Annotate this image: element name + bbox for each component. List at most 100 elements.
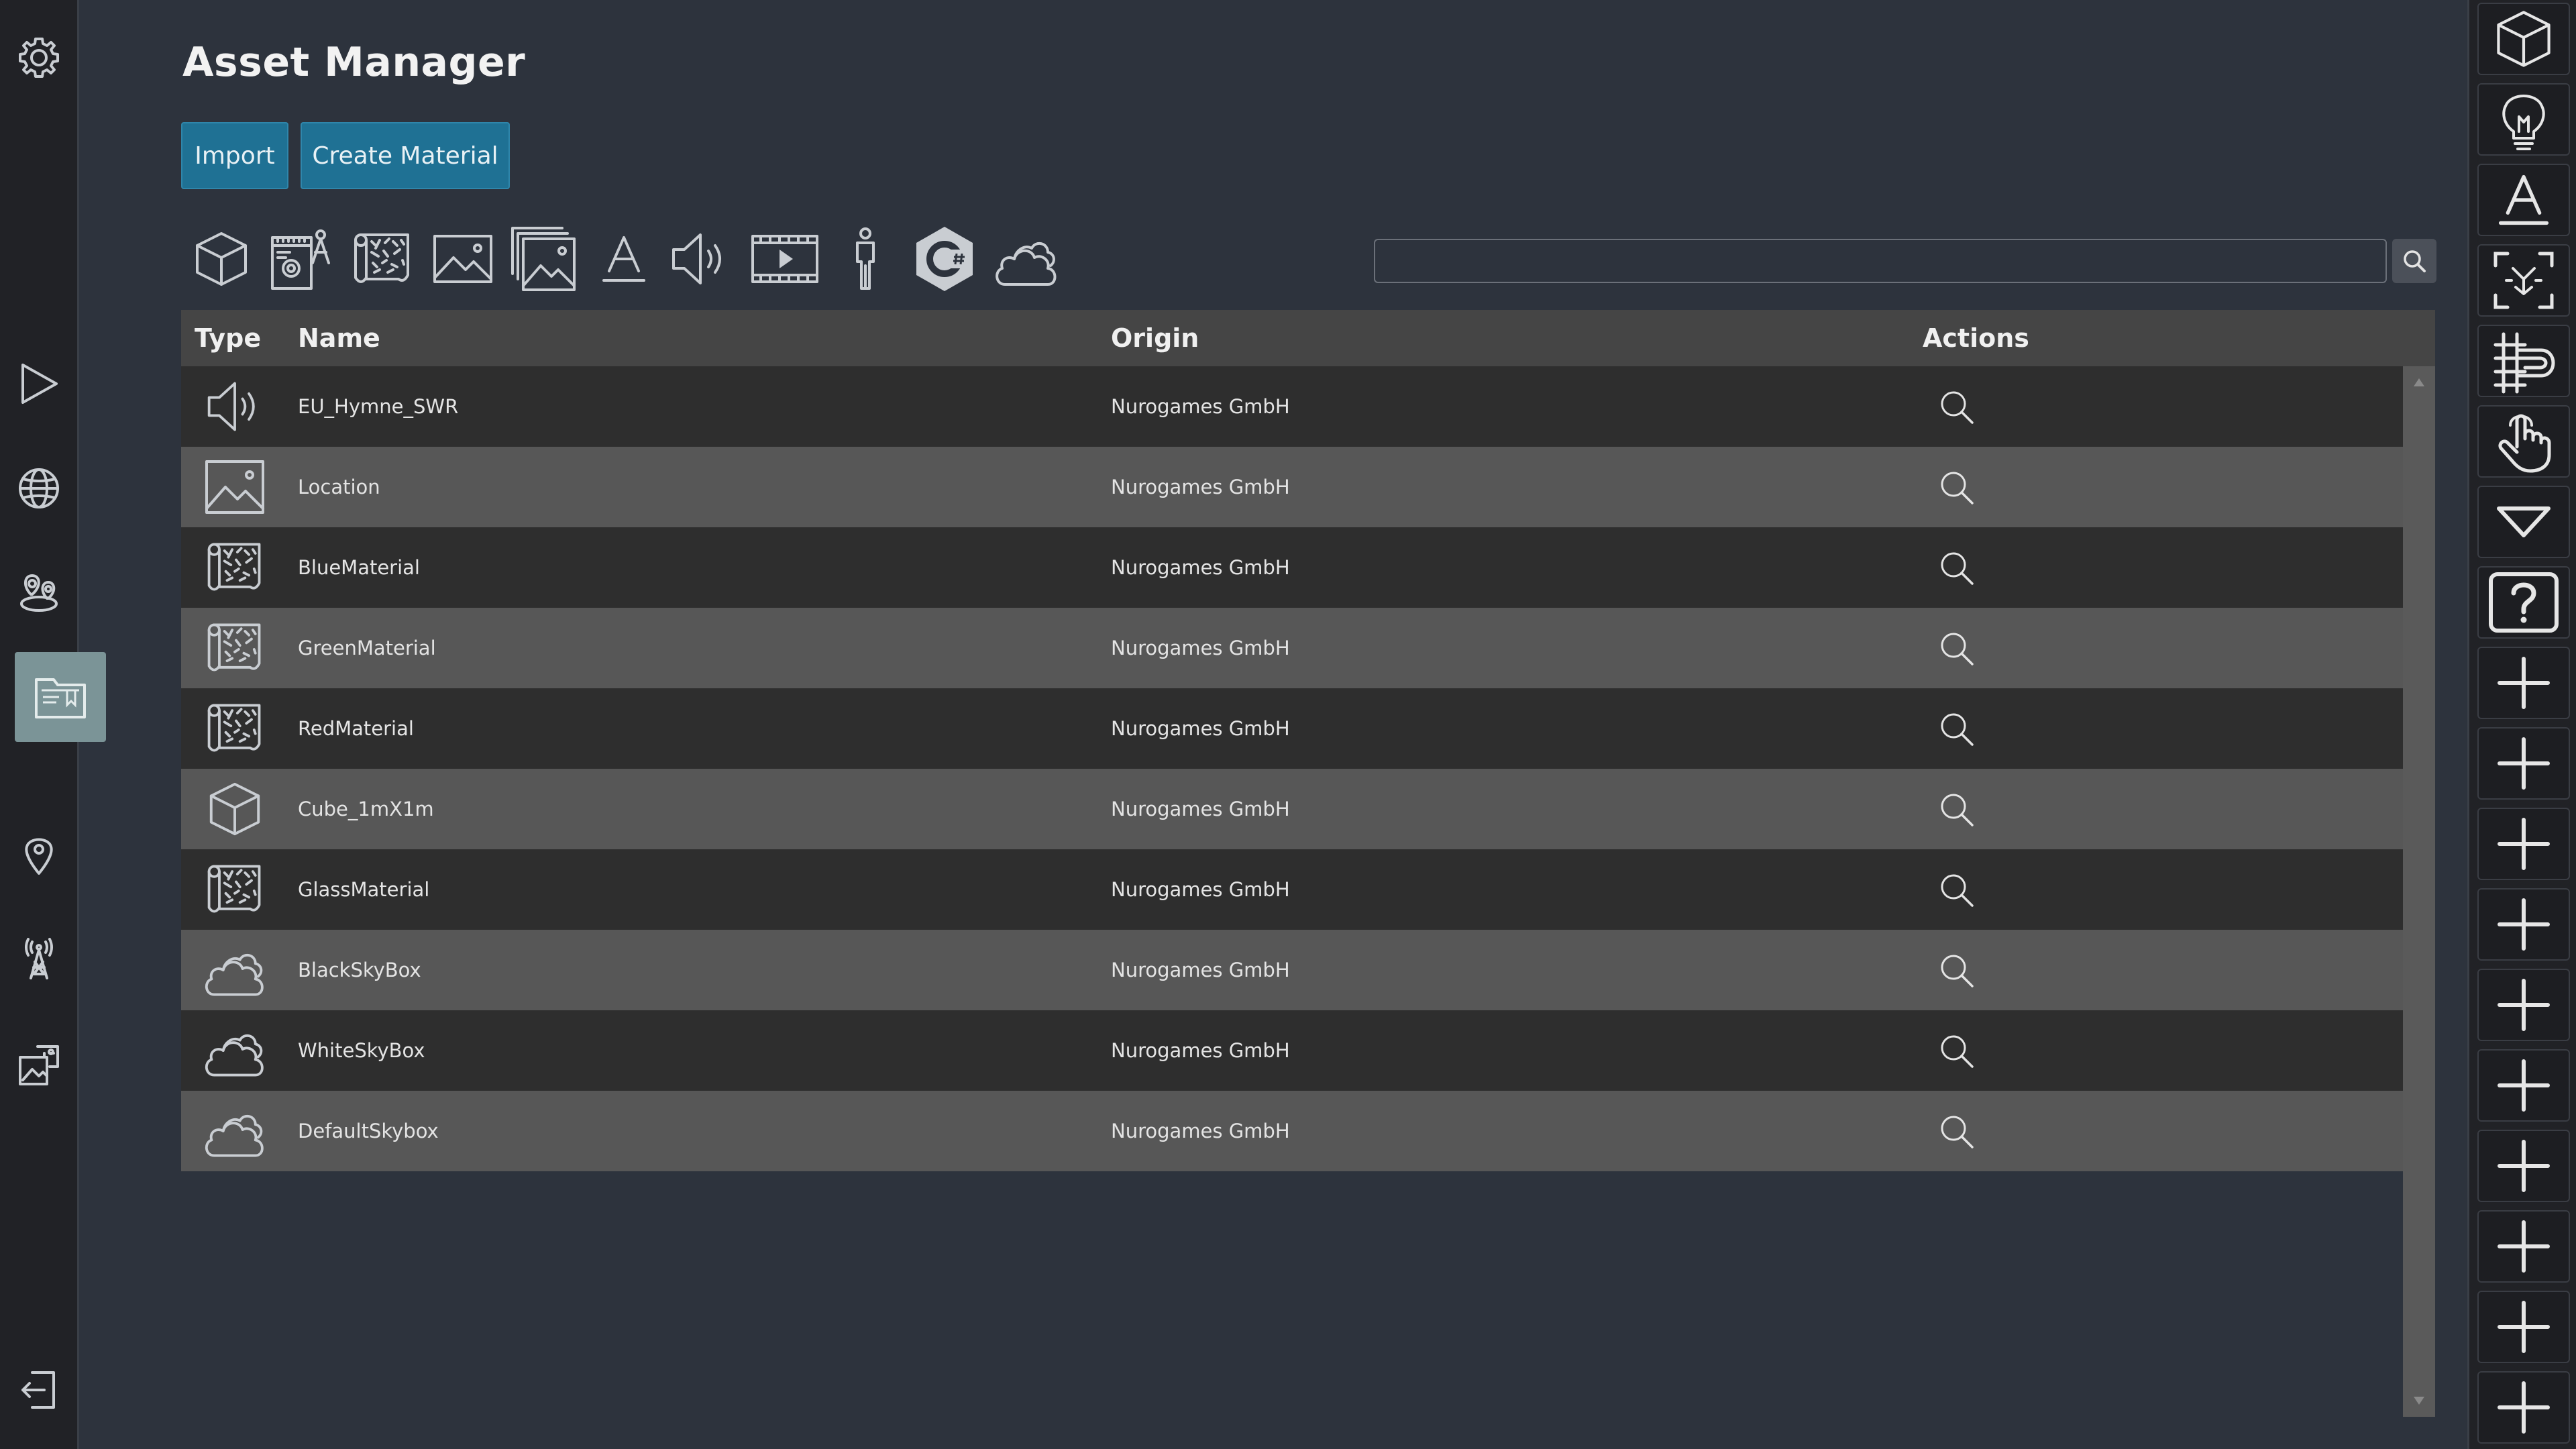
puzzle-image-icon (19, 1045, 59, 1085)
add-text-button[interactable] (2477, 164, 2570, 236)
play-icon (21, 364, 58, 404)
audio-icon (672, 233, 721, 284)
expand-menu-button[interactable] (2477, 486, 2570, 558)
column-header-origin[interactable]: Origin (1111, 310, 1199, 366)
inspect-button[interactable] (1936, 628, 1976, 668)
broadcast-button[interactable] (9, 930, 68, 989)
import-button[interactable]: Import (181, 122, 288, 189)
table-row[interactable]: RedMaterial Nurogames GmbH (181, 688, 2403, 769)
material-icon (207, 543, 261, 591)
extensions-button[interactable] (9, 1036, 68, 1095)
inspect-button[interactable] (1936, 547, 1976, 588)
table-row[interactable]: GreenMaterial Nurogames GmbH (181, 608, 2403, 688)
table-row[interactable]: WhiteSkyBox Nurogames GmbH (181, 1010, 2403, 1091)
add-slot-button[interactable] (2477, 1371, 2570, 1444)
inspect-button[interactable] (1936, 467, 1976, 507)
filter-fonts-button[interactable] (586, 221, 661, 297)
add-slot-button[interactable] (2477, 1210, 2570, 1283)
left-sidebar (0, 0, 106, 1449)
logout-button[interactable] (9, 1360, 68, 1419)
filter-models-button[interactable] (184, 221, 259, 297)
asset-manager-nav[interactable] (15, 652, 106, 742)
table-row[interactable]: EU_Hymne_SWR Nurogames GmbH (181, 366, 2403, 447)
inspect-button[interactable] (1936, 950, 1976, 990)
add-slot-button[interactable] (2477, 647, 2570, 719)
magnifier-icon (1941, 1116, 1974, 1148)
play-button[interactable] (9, 354, 68, 413)
pin-button[interactable] (9, 825, 68, 884)
add-object-button[interactable] (2477, 3, 2570, 75)
skybox-icon (996, 241, 1057, 286)
scroll-down-button[interactable] (2403, 1385, 2435, 1417)
asset-table-body: EU_Hymne_SWR Nurogames GmbH Location Nur… (181, 366, 2403, 1171)
filter-skyboxes-button[interactable] (989, 221, 1064, 297)
world-button[interactable] (9, 459, 68, 518)
type-cell (201, 775, 268, 843)
add-interaction-button[interactable] (2477, 405, 2570, 478)
search-button[interactable] (2392, 239, 2436, 283)
table-row[interactable]: GlassMaterial Nurogames GmbH (181, 849, 2403, 930)
filter-galleries-button[interactable] (506, 221, 581, 297)
table-row[interactable]: DefaultSkybox Nurogames GmbH (181, 1091, 2403, 1171)
plus-icon (2498, 1140, 2550, 1192)
locations-button[interactable] (9, 562, 68, 621)
add-slot-button[interactable] (2477, 1130, 2570, 1202)
inspect-button[interactable] (1936, 869, 1976, 910)
blueprint-icon (271, 229, 330, 290)
cube-icon (196, 232, 247, 286)
avatar-icon (856, 227, 875, 290)
add-slot-button[interactable] (2477, 808, 2570, 880)
asset-name: GreenMaterial (298, 637, 436, 659)
table-header: Type Name Origin Actions (181, 310, 2435, 366)
column-header-name[interactable]: Name (298, 310, 380, 366)
map-pins-icon (20, 574, 58, 612)
column-header-type[interactable]: Type (195, 310, 261, 366)
skybox-icon (205, 1034, 264, 1077)
add-slot-button[interactable] (2477, 727, 2570, 800)
add-slot-button[interactable] (2477, 969, 2570, 1041)
antenna-tower-icon (25, 938, 53, 979)
add-path-button[interactable] (2477, 325, 2570, 397)
inspect-button[interactable] (1936, 1111, 1976, 1151)
table-scrollbar[interactable] (2403, 366, 2435, 1417)
scroll-up-button[interactable] (2403, 366, 2435, 398)
add-slot-button[interactable] (2477, 1291, 2570, 1363)
type-cell (201, 453, 268, 521)
folder-icon (35, 678, 86, 718)
inspect-button[interactable] (1936, 789, 1976, 829)
inspect-button[interactable] (1936, 386, 1976, 427)
focus-button[interactable] (2477, 244, 2570, 317)
filter-videos-button[interactable] (747, 221, 822, 297)
plus-icon (2498, 1301, 2550, 1353)
filter-scripts-button[interactable] (907, 221, 982, 297)
font-icon (602, 236, 645, 282)
filter-blueprints-button[interactable] (263, 221, 338, 297)
skybox-icon (205, 1114, 264, 1157)
magnifier-icon (1941, 874, 1974, 907)
filter-avatars-button[interactable] (828, 221, 903, 297)
create-material-button[interactable]: Create Material (301, 122, 510, 189)
add-light-button[interactable] (2477, 83, 2570, 156)
filter-materials-button[interactable] (345, 221, 420, 297)
table-row[interactable]: BlueMaterial Nurogames GmbH (181, 527, 2403, 608)
table-row[interactable]: BlackSkyBox Nurogames GmbH (181, 930, 2403, 1010)
filter-audio-button[interactable] (663, 221, 738, 297)
plus-icon (2498, 1059, 2550, 1112)
table-row[interactable]: Cube_1mX1m Nurogames GmbH (181, 769, 2403, 849)
asset-name: GlassMaterial (298, 878, 430, 901)
table-row[interactable]: Location Nurogames GmbH (181, 447, 2403, 527)
help-icon (2489, 572, 2559, 633)
inspect-button[interactable] (1936, 1030, 1976, 1071)
add-slot-button[interactable] (2477, 1049, 2570, 1122)
skybox-icon (205, 953, 264, 996)
magnifier-icon (1941, 713, 1974, 746)
arrow-down-icon (2414, 1397, 2424, 1405)
magnifier-icon (1941, 391, 1974, 424)
search-input[interactable] (1374, 239, 2387, 283)
add-slot-button[interactable] (2477, 888, 2570, 961)
inspect-button[interactable] (1936, 708, 1976, 749)
settings-button[interactable] (9, 28, 68, 87)
help-button[interactable] (2477, 566, 2570, 639)
filter-images-button[interactable] (425, 221, 500, 297)
globe-icon (19, 468, 59, 508)
